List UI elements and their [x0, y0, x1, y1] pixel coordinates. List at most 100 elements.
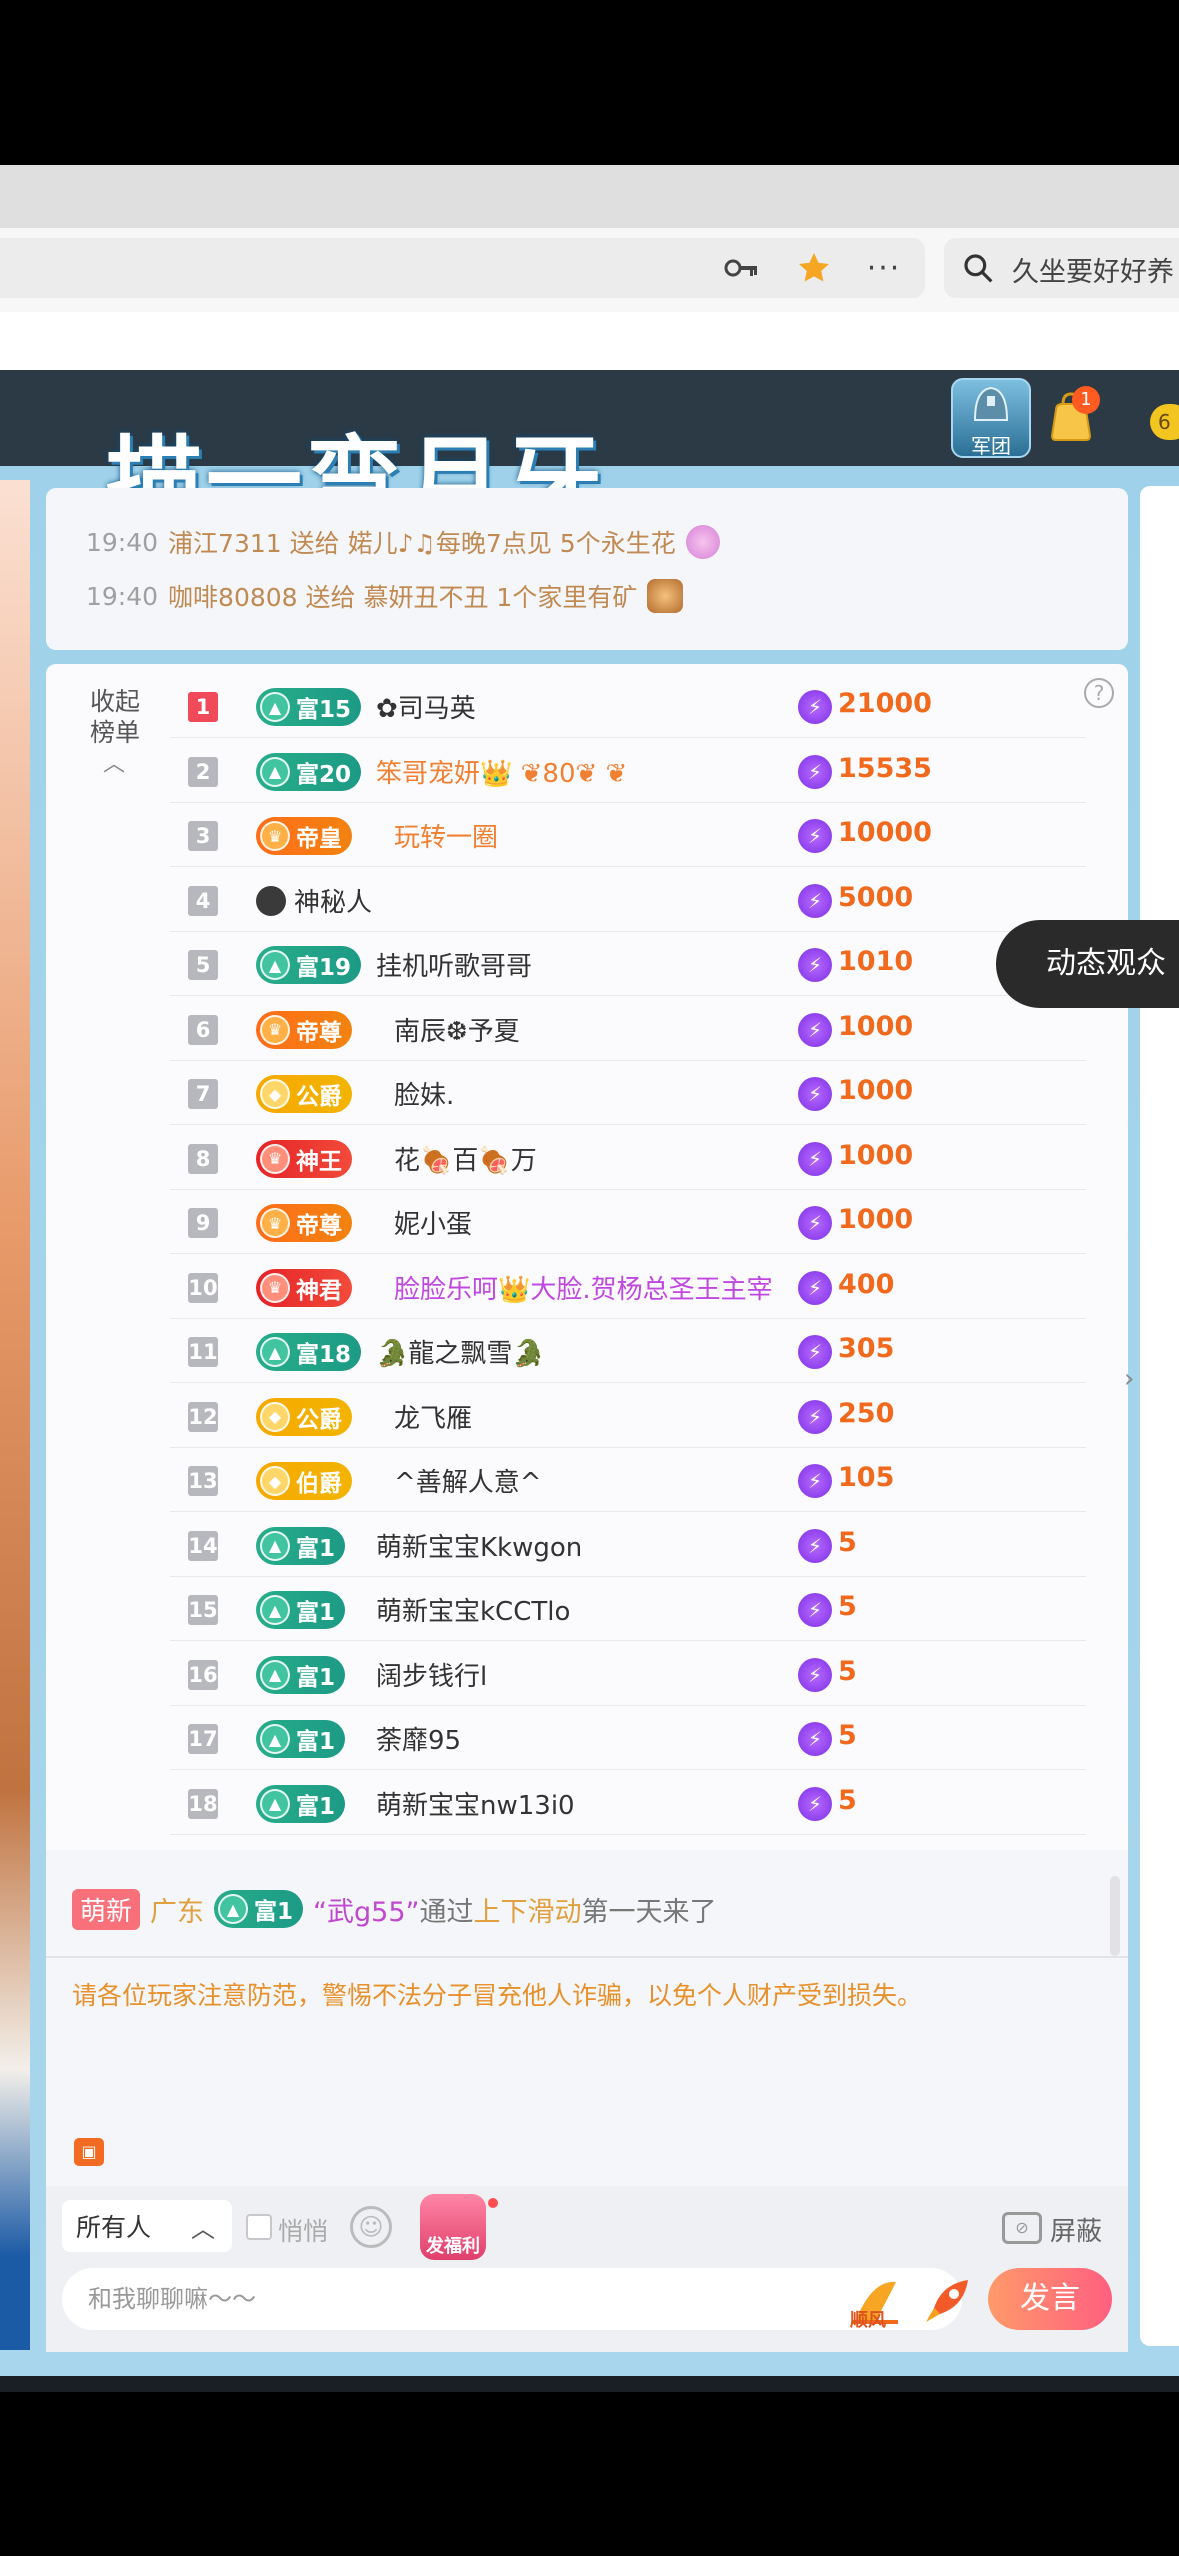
rank-number: 4 [188, 885, 218, 916]
user-name[interactable]: 神秘人 [294, 882, 372, 919]
rank-badge: ♛ 神王 [256, 1139, 352, 1178]
lightning-icon: ⚡ [798, 948, 832, 982]
user-name[interactable]: 挂机听歌哥哥 [376, 946, 532, 983]
ranking-row[interactable]: 12 ◆ 公爵 龙飞雁 ⚡ 250 [170, 1384, 1086, 1448]
badge-label: 富15 [296, 697, 352, 723]
level-icon: ▲ [260, 1337, 290, 1367]
coin-counter[interactable]: 6 [1150, 404, 1179, 440]
key-icon[interactable] [720, 246, 764, 290]
address-bar[interactable] [0, 238, 925, 298]
badge-label: 帝尊 [296, 1019, 342, 1046]
chat-scrollbar[interactable] [1110, 1876, 1120, 1956]
ranking-row[interactable]: 5 ▲ 富19 挂机听歌哥哥 ⚡ 1010 [170, 932, 1086, 996]
ranking-row[interactable]: 10 ♛ 神君 脸脸乐呵👑大脸.贺杨总圣王主宰 ⚡ 400 [170, 1255, 1086, 1319]
ranking-row[interactable]: 17 ▲ 富1 荼靡95 ⚡ 5 [170, 1706, 1086, 1770]
badge-label: 公爵 [296, 1084, 342, 1110]
user-name[interactable]: 妮小蛋 [394, 1204, 472, 1241]
send-button[interactable]: 发言 [988, 2268, 1112, 2330]
user-name[interactable]: 荼靡95 [376, 1720, 461, 1757]
contribution-amount: 5 [838, 1591, 857, 1622]
chat-input[interactable]: 和我聊聊嘛～～ [62, 2268, 962, 2330]
notice-icon[interactable]: ▣ [74, 2138, 104, 2166]
contribution-amount: 105 [838, 1462, 895, 1493]
red-packet-button[interactable]: 发福利 [420, 2194, 486, 2260]
rank-number: 12 [188, 1401, 218, 1432]
audience-value: 所有人 [76, 2213, 152, 2242]
chat-message: 萌新 广东 ▲ 富1 “武g55” 通过 上下滑动 第一天来了 [72, 1887, 717, 1931]
user-name[interactable]: 龙飞雁 [394, 1398, 472, 1435]
user-name[interactable]: 脸妹. [394, 1075, 454, 1112]
block-label[interactable]: 屏蔽 [1050, 2211, 1102, 2248]
rank-number: 2 [188, 756, 218, 787]
ranking-row[interactable]: 13 ◆ 伯爵 ^善解人意^ ⚡ 105 [170, 1448, 1086, 1512]
lightning-icon: ⚡ [798, 1786, 832, 1821]
user-name[interactable]: 南辰❆予夏 [394, 1011, 520, 1048]
user-name[interactable]: 萌新宝宝kCCTlo [376, 1591, 570, 1628]
audience-tooltip[interactable]: 动态观众 [996, 920, 1179, 1008]
level-icon: ♛ [260, 1272, 290, 1303]
lightning-icon: ⚡ [798, 1012, 832, 1047]
ranking-row[interactable]: 3 ♛ 帝皇 玩转一圈 ⚡ 10000 [170, 803, 1086, 867]
tailwind-label: 顺风 [850, 2310, 886, 2331]
ranking-row[interactable]: 4 神秘人 ⚡ 5000 [170, 868, 1086, 932]
right-side-panel [1140, 486, 1179, 2346]
user-name[interactable]: 阔步钱行l [376, 1656, 487, 1693]
level-icon: ▲ [218, 1894, 249, 1924]
newbie-tag: 萌新 [72, 1888, 141, 1930]
collapse-ranking-button[interactable]: 收起榜单 [80, 686, 150, 748]
ranking-row[interactable]: 2 ▲ 富20 笨哥宠妍👑 ❦80❦ ❦ ⚡ 15535 [170, 739, 1086, 803]
rank-badge: ▲ 富15 [256, 688, 362, 726]
ranking-row[interactable]: 16 ▲ 富1 阔步钱行l ⚡ 5 [170, 1642, 1086, 1706]
user-name[interactable]: ^善解人意^ [394, 1462, 542, 1499]
user-name[interactable]: 花🍖百🍖万 [394, 1140, 537, 1177]
rank-badge: ▲ 富1 [256, 1655, 346, 1694]
emoji-icon[interactable]: ☺ [350, 2206, 392, 2248]
audience-select[interactable]: 所有人 ︿ [62, 2200, 232, 2252]
rank-number: 16 [188, 1659, 218, 1690]
ranking-row[interactable]: 11 ▲ 富18 🐊龍之飘雪🐊 ⚡ 305 [170, 1319, 1086, 1383]
ranking-row[interactable]: 15 ▲ 富1 萌新宝宝kCCTlo ⚡ 5 [170, 1577, 1086, 1641]
whisper-checkbox[interactable] [246, 2214, 272, 2240]
via-link[interactable]: 上下滑动 [474, 1890, 582, 1929]
badge-label: 伯爵 [296, 1471, 342, 1497]
badge-label: 富1 [254, 1899, 294, 1925]
user-name[interactable]: 笨哥宠妍👑 ❦80❦ ❦ [376, 753, 627, 790]
badge-label: 富18 [296, 1342, 352, 1368]
ranking-row[interactable]: 14 ▲ 富1 萌新宝宝Kkwgon ⚡ 5 [170, 1513, 1086, 1577]
chevron-right-icon[interactable]: › [1124, 1364, 1134, 1394]
tailwind-button[interactable]: 顺风 [846, 2276, 904, 2331]
block-icon[interactable]: ⊘ [1002, 2212, 1042, 2244]
user-name[interactable]: 玩转一圈 [394, 817, 498, 854]
rank-number: 6 [188, 1014, 218, 1045]
screen: ··· 久坐要好好养 描一弯月牙 军团 1 6 19:40 浦江7311 送给 … [0, 0, 1179, 2556]
chevron-up-icon[interactable]: ︿ [102, 746, 126, 777]
bottom-bar [0, 2376, 1179, 2392]
ranking-row[interactable]: 8 ♛ 神王 花🍖百🍖万 ⚡ 1000 [170, 1126, 1086, 1190]
lightning-icon: ⚡ [798, 1077, 832, 1111]
badge-label: 富1 [296, 1664, 336, 1691]
ranking-row[interactable]: 9 ♛ 帝尊 妮小蛋 ⚡ 1000 [170, 1190, 1086, 1254]
more-options-icon[interactable]: ··· [862, 246, 906, 290]
rank-number: 11 [188, 1337, 218, 1367]
user-name[interactable]: ✿司马英 [376, 688, 476, 725]
user-name[interactable]: 萌新宝宝nw13i0 [376, 1785, 575, 1822]
level-icon: ▲ [260, 1595, 290, 1625]
ranking-row[interactable]: 7 ◆ 公爵 脸妹. ⚡ 1000 [170, 1061, 1086, 1125]
ranking-row[interactable]: 6 ♛ 帝尊 南辰❆予夏 ⚡ 1000 [170, 997, 1086, 1061]
rank-number: 7 [188, 1079, 218, 1109]
ranking-row[interactable]: 18 ▲ 富1 萌新宝宝nw13i0 ⚡ 5 [170, 1771, 1086, 1835]
badge-label: 神君 [296, 1277, 342, 1304]
chat-user-name[interactable]: “武g55” [313, 1890, 419, 1929]
level-icon: ♛ [260, 1208, 290, 1238]
gift-feed-item: 19:40 咖啡80808 送给 慕妍丑不丑 1个家里有矿 [86, 578, 684, 614]
help-icon[interactable]: ? [1084, 678, 1114, 708]
rank-number: 3 [188, 821, 218, 851]
province-label: 广东 [150, 1896, 205, 1928]
favorite-star-icon[interactable] [792, 246, 836, 290]
browser-tab-strip [0, 165, 1179, 228]
user-name[interactable]: 🐊龍之飘雪🐊 [376, 1333, 545, 1370]
ranking-row[interactable]: 1 ▲ 富15 ✿司马英 ⚡ 21000 [170, 674, 1086, 738]
user-name[interactable]: 萌新宝宝Kkwgon [376, 1527, 582, 1564]
user-name[interactable]: 脸脸乐呵👑大脸.贺杨总圣王主宰 [394, 1269, 773, 1306]
rocket-icon[interactable] [920, 2272, 976, 2328]
